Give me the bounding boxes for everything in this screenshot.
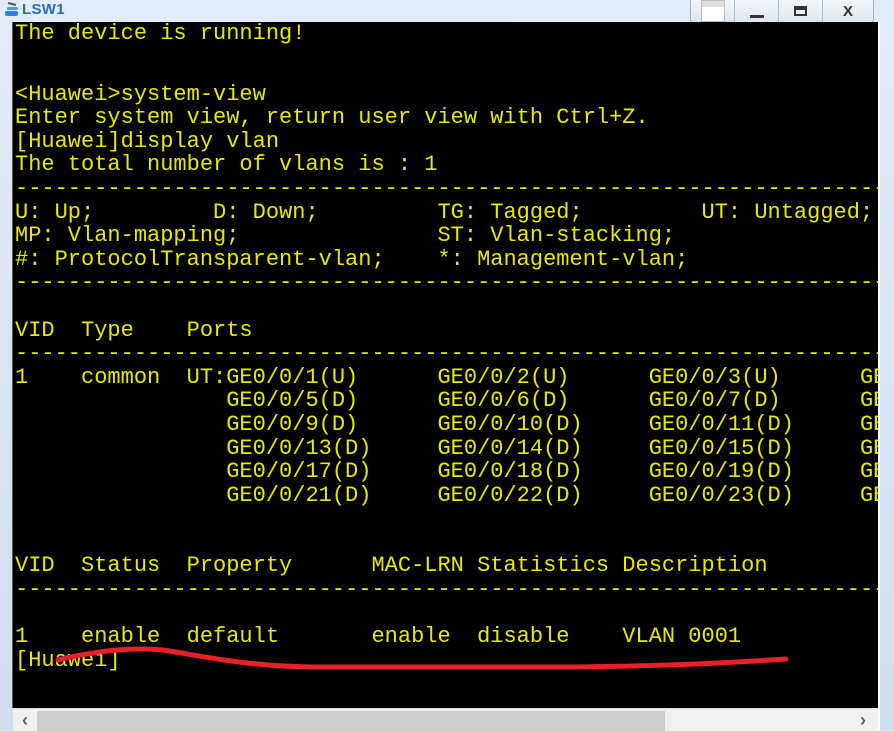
terminal-border bbox=[878, 22, 880, 730]
switch-device-icon bbox=[5, 2, 18, 16]
terminal-line: GE0/0/21(D) GE0/0/22(D) GE0/0/23(D) GE0/… bbox=[226, 482, 879, 508]
chevron-left-icon: ‹ bbox=[22, 709, 28, 730]
terminal-line: VID Type Ports bbox=[15, 317, 253, 343]
terminal-line: <Huawei>system-view bbox=[15, 81, 266, 107]
terminal-line: ----------------------------------------… bbox=[15, 175, 879, 201]
terminal-line: [Huawei] bbox=[15, 647, 121, 673]
window-title: LSW1 bbox=[22, 1, 65, 18]
maximize-icon bbox=[794, 6, 807, 16]
terminal-line: 1 enable default enable disable VLAN 000… bbox=[15, 624, 742, 650]
chevron-right-icon: › bbox=[860, 709, 866, 730]
title-bar[interactable]: LSW1 X bbox=[0, 0, 894, 24]
terminal-output: The device is running! <Huawei>system-vie… bbox=[15, 22, 879, 672]
terminal-line: ----------------------------------------… bbox=[15, 270, 879, 296]
pin-button[interactable] bbox=[691, 0, 735, 23]
scroll-left-button[interactable]: ‹ bbox=[14, 709, 36, 731]
terminal-line: GE0/0/13(D) GE0/0/14(D) GE0/0/15(D) GE0/… bbox=[226, 435, 879, 461]
terminal-line: The device is running! bbox=[15, 22, 306, 46]
close-icon: X bbox=[842, 2, 853, 20]
scroll-right-button[interactable]: › bbox=[852, 709, 874, 731]
window-controls: X bbox=[690, 0, 874, 24]
terminal-line: 1 common UT:GE0/0/1(U) GE0/0/2(U) GE0/0/… bbox=[15, 364, 879, 390]
terminal-line: ----------------------------------------… bbox=[15, 577, 879, 603]
scrollbar-thumb[interactable] bbox=[37, 711, 665, 731]
terminal-line: MP: Vlan-mapping; ST: Vlan-stacking; bbox=[15, 223, 676, 249]
terminal-line: GE0/0/5(D) GE0/0/6(D) GE0/0/7(D) GE0/0/8… bbox=[226, 388, 879, 414]
horizontal-scrollbar[interactable]: ‹ › bbox=[13, 708, 878, 731]
minimize-button[interactable] bbox=[735, 0, 779, 23]
maximize-button[interactable] bbox=[779, 0, 823, 23]
terminal-line: VID Status Property MAC-LRN Statistics D… bbox=[15, 553, 768, 579]
minimize-icon bbox=[749, 14, 764, 18]
terminal-line: GE0/0/9(D) GE0/0/10(D) GE0/0/11(D) GE0/0… bbox=[226, 411, 879, 437]
terminal-line: GE0/0/17(D) GE0/0/18(D) GE0/0/19(D) GE0/… bbox=[226, 459, 879, 485]
terminal-line: ----------------------------------------… bbox=[15, 341, 879, 367]
terminal-line: #: ProtocolTransparent-vlan; *: Manageme… bbox=[15, 246, 689, 272]
terminal-line: The total number of vlans is : 1 bbox=[15, 152, 438, 178]
terminal-line: [Huawei]display vlan bbox=[15, 128, 280, 154]
terminal-line: Enter system view, return user view with… bbox=[15, 105, 649, 131]
terminal-line: U: Up; D: Down; TG: Tagged; UT: Untagged… bbox=[15, 199, 874, 225]
close-button[interactable]: X bbox=[823, 0, 873, 23]
pin-icon bbox=[700, 0, 725, 22]
terminal-console[interactable]: The device is running! <Huawei>system-vie… bbox=[12, 22, 879, 708]
terminal-window: LSW1 X The device is running! <Huawei>sys… bbox=[0, 0, 894, 731]
